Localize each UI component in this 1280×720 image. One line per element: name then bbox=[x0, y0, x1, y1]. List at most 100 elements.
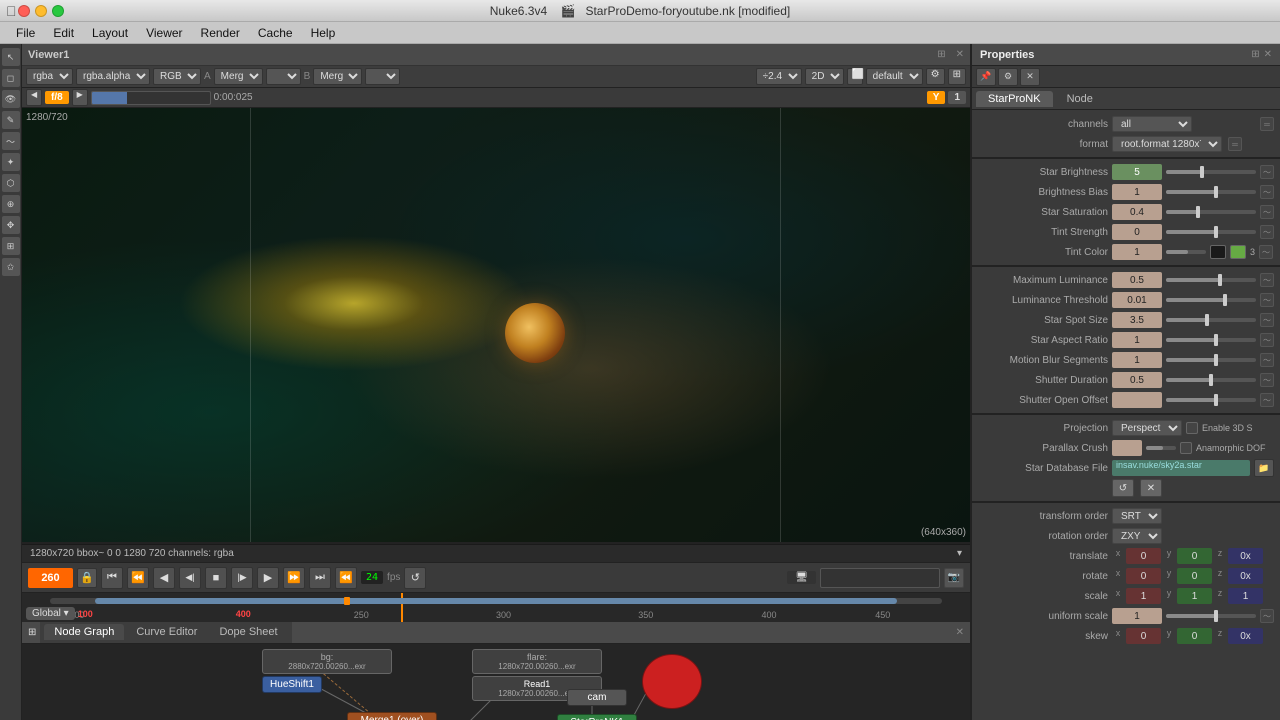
sidebar-btn-select[interactable]: ◻ bbox=[2, 69, 20, 87]
max-luminance-slider[interactable] bbox=[1166, 278, 1256, 282]
uniform-scale-slider[interactable] bbox=[1166, 614, 1256, 618]
merge-b-select[interactable]: Merg bbox=[313, 68, 362, 85]
sidebar-btn-paint[interactable]: ✦ bbox=[2, 153, 20, 171]
pb-play[interactable]: ▶ bbox=[257, 567, 279, 589]
menu-layout[interactable]: Layout bbox=[84, 24, 136, 42]
viewer-monitor[interactable]: 🖥 bbox=[787, 571, 816, 584]
frame-edit[interactable]: 1 bbox=[948, 91, 966, 104]
global-select[interactable]: Global ▾ bbox=[26, 607, 75, 620]
menu-edit[interactable]: Edit bbox=[45, 24, 82, 42]
tint-color-black[interactable] bbox=[1210, 245, 1226, 259]
motion-blur-input[interactable] bbox=[1112, 352, 1162, 368]
menu-help[interactable]: Help bbox=[303, 24, 344, 42]
node-red[interactable] bbox=[642, 654, 702, 709]
close-button[interactable] bbox=[18, 5, 30, 17]
frame-prev-btn[interactable]: ◀ bbox=[26, 89, 42, 106]
pb-stop[interactable]: ■ bbox=[205, 567, 227, 589]
view-select[interactable]: 2D bbox=[805, 68, 844, 85]
enable-3d-checkbox[interactable] bbox=[1186, 422, 1198, 434]
translate-y[interactable] bbox=[1177, 548, 1212, 564]
tab-node-graph[interactable]: Node Graph bbox=[44, 624, 124, 640]
gain-select[interactable]: ÷2.4 bbox=[756, 68, 802, 85]
viewer-expand[interactable]: ⊞ bbox=[937, 49, 945, 60]
star-db-path[interactable]: insav.nuke/sky2a.star bbox=[1112, 460, 1250, 476]
timeline-bar[interactable]: 100 250 300 350 400 450 Global ▾ 100 400 bbox=[22, 592, 970, 622]
star-aspect-ratio-anim[interactable]: ～ bbox=[1260, 333, 1274, 347]
luminance-threshold-slider[interactable] bbox=[1166, 298, 1256, 302]
merge-a-op[interactable] bbox=[266, 68, 301, 85]
node-merge1[interactable]: Merge1 (over) bbox=[347, 712, 437, 720]
merge-a-select[interactable]: Merg bbox=[214, 68, 263, 85]
sidebar-btn-arrow[interactable]: ↖ bbox=[2, 48, 20, 66]
pb-loop[interactable]: ↺ bbox=[404, 567, 426, 589]
node-read1[interactable]: flare: 1280x720.00260...exr bbox=[472, 649, 602, 674]
scale-z[interactable] bbox=[1228, 588, 1263, 604]
scale-x[interactable] bbox=[1126, 588, 1161, 604]
star-db-browse[interactable]: 📁 bbox=[1254, 459, 1274, 477]
viewer-close[interactable]: ✕ bbox=[956, 49, 964, 60]
sidebar-btn-move[interactable]: ✥ bbox=[2, 216, 20, 234]
wipe-btn[interactable]: ⬜ bbox=[847, 68, 863, 85]
pb-first[interactable]: ⏮ bbox=[101, 567, 123, 589]
channels-dropdown[interactable]: all bbox=[1112, 116, 1192, 132]
star-saturation-slider[interactable] bbox=[1166, 210, 1256, 214]
ng-close[interactable]: ✕ bbox=[956, 627, 964, 638]
skew-x[interactable] bbox=[1126, 628, 1161, 644]
node-hueshift[interactable]: HueShift1 bbox=[262, 676, 322, 693]
star-brightness-anim[interactable]: ～ bbox=[1260, 165, 1274, 179]
star-saturation-input[interactable] bbox=[1112, 204, 1162, 220]
star-brightness-slider[interactable] bbox=[1166, 170, 1256, 174]
parallax-crush-input[interactable] bbox=[1112, 440, 1142, 456]
frame-input[interactable] bbox=[28, 568, 73, 588]
minimize-button[interactable] bbox=[35, 5, 47, 17]
frame-number[interactable]: Y bbox=[927, 91, 946, 104]
menu-file[interactable]: File bbox=[8, 24, 43, 42]
rotate-y[interactable] bbox=[1177, 568, 1212, 584]
format-dropdown[interactable]: root.format 1280x720 bbox=[1112, 136, 1222, 152]
tint-strength-input[interactable] bbox=[1112, 224, 1162, 240]
shutter-duration-input[interactable] bbox=[1112, 372, 1162, 388]
tab-dope-sheet[interactable]: Dope Sheet bbox=[209, 624, 287, 640]
tint-color-green[interactable] bbox=[1230, 245, 1246, 259]
viewer-extra[interactable] bbox=[820, 568, 940, 588]
merge-b-op[interactable] bbox=[365, 68, 400, 85]
star-spot-size-slider[interactable] bbox=[1166, 318, 1256, 322]
scale-y[interactable] bbox=[1177, 588, 1212, 604]
rotation-order-dropdown[interactable]: ZXY bbox=[1112, 528, 1162, 544]
star-aspect-ratio-slider[interactable] bbox=[1166, 338, 1256, 342]
shutter-offset-input[interactable] bbox=[1112, 392, 1162, 408]
star-spot-size-input[interactable] bbox=[1112, 312, 1162, 328]
uniform-scale-anim[interactable]: ～ bbox=[1260, 609, 1274, 623]
tint-color-slider[interactable] bbox=[1166, 250, 1206, 254]
scrub-bar[interactable] bbox=[91, 91, 211, 105]
star-db-reload[interactable]: ↺ bbox=[1112, 479, 1134, 497]
props-expand[interactable]: ⊞ bbox=[1251, 49, 1259, 60]
tint-color-input[interactable] bbox=[1112, 244, 1162, 260]
sidebar-btn-star[interactable]: ✩ bbox=[2, 258, 20, 276]
ng-panel-expand[interactable]: ⊞ bbox=[28, 627, 36, 638]
motion-blur-slider[interactable] bbox=[1166, 358, 1256, 362]
sidebar-btn-clone[interactable]: ⊕ bbox=[2, 195, 20, 213]
sidebar-btn-mask[interactable]: ⬡ bbox=[2, 174, 20, 192]
shutter-offset-slider[interactable] bbox=[1166, 398, 1256, 402]
max-luminance-anim[interactable]: ～ bbox=[1260, 273, 1274, 287]
node-bg[interactable]: bg: 2880x720.00260...exr bbox=[262, 649, 392, 674]
parallax-crush-slider[interactable] bbox=[1146, 446, 1176, 450]
node-starpro[interactable]: StarProNK1(all) bbox=[557, 714, 637, 720]
star-db-clear[interactable]: ✕ bbox=[1140, 479, 1162, 497]
maximize-button[interactable] bbox=[52, 5, 64, 17]
luminance-threshold-anim[interactable]: ～ bbox=[1260, 293, 1274, 307]
brightness-bias-input[interactable] bbox=[1112, 184, 1162, 200]
viewer-snapshot[interactable]: 📷 bbox=[944, 568, 964, 588]
node-cam[interactable]: cam bbox=[567, 689, 627, 706]
star-spot-size-anim[interactable]: ～ bbox=[1260, 313, 1274, 327]
tab-starpronk[interactable]: StarProNK bbox=[976, 91, 1053, 107]
pb-last[interactable]: ⏭ bbox=[309, 567, 331, 589]
star-aspect-ratio-input[interactable] bbox=[1112, 332, 1162, 348]
props-close[interactable]: ✕ bbox=[1264, 49, 1272, 60]
motion-blur-anim[interactable]: ～ bbox=[1260, 353, 1274, 367]
transform-order-dropdown[interactable]: SRT bbox=[1112, 508, 1162, 524]
format-anim[interactable]: ═ bbox=[1228, 137, 1242, 151]
node-graph-area[interactable]: bg: 2880x720.00260...exr HueShift1 flare… bbox=[22, 644, 970, 720]
uniform-scale-input[interactable] bbox=[1112, 608, 1162, 624]
